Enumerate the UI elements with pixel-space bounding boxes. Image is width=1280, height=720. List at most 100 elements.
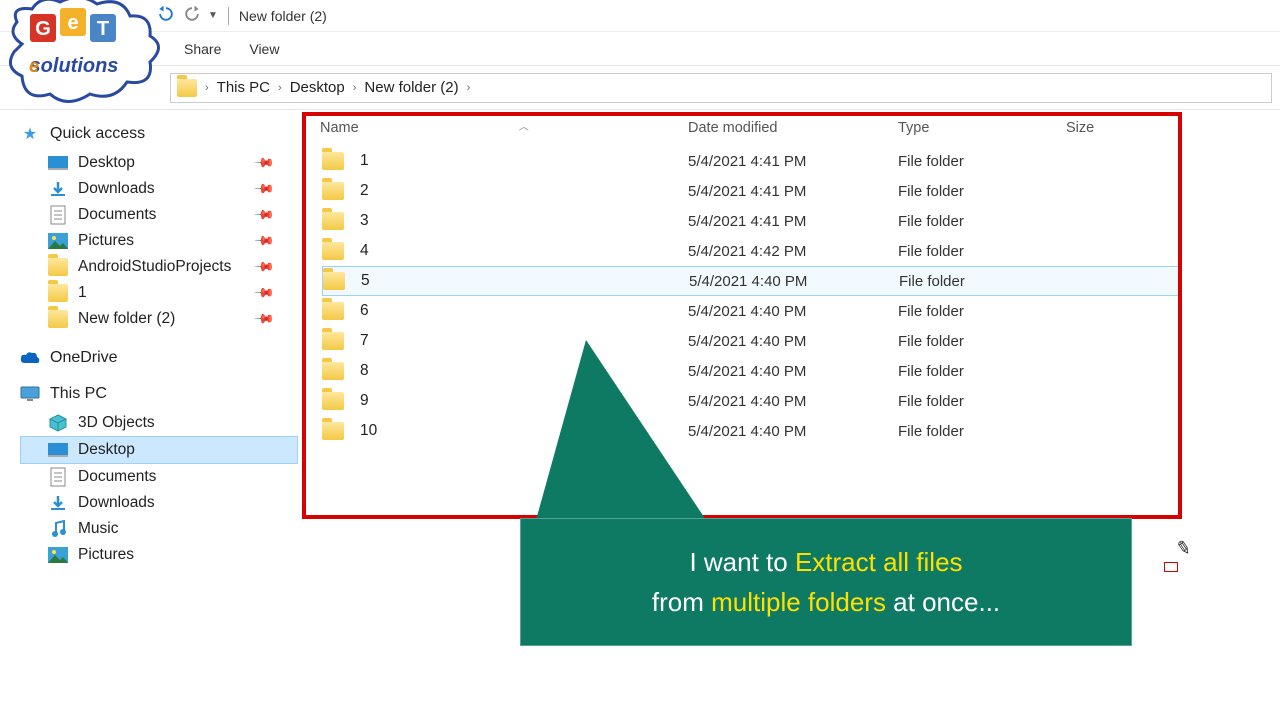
file-type: File folder — [898, 393, 1066, 410]
col-date[interactable]: Date modified — [688, 120, 898, 136]
sidebar-item[interactable]: Documents📌 — [20, 202, 298, 228]
file-type: File folder — [898, 243, 1066, 260]
folder-icon — [322, 242, 344, 260]
address-bar: › This PC › Desktop › New folder (2) › — [0, 66, 1280, 110]
svg-text:T: T — [97, 18, 109, 40]
file-type: File folder — [898, 153, 1066, 170]
sidebar-item[interactable]: Documents — [20, 464, 298, 490]
breadcrumb[interactable]: › This PC › Desktop › New folder (2) › — [170, 73, 1272, 103]
file-name: 6 — [360, 302, 369, 320]
sidebar-item-label: AndroidStudioProjects — [78, 258, 231, 276]
sidebar-item-label: New folder (2) — [78, 310, 175, 328]
chevron-right-icon[interactable]: › — [353, 82, 357, 94]
folder-icon — [322, 392, 344, 410]
sidebar-item-label: 1 — [78, 284, 87, 302]
sidebar-item[interactable]: Music — [20, 516, 298, 542]
sidebar-item[interactable]: AndroidStudioProjects📌 — [20, 254, 298, 280]
table-row[interactable]: 95/4/2021 4:40 PMFile folder — [322, 386, 1182, 416]
crumb-thispc[interactable]: This PC — [217, 79, 270, 96]
item-icon — [48, 440, 68, 460]
chevron-down-icon[interactable]: ▼ — [208, 10, 218, 21]
table-row[interactable]: 85/4/2021 4:40 PMFile folder — [322, 356, 1182, 386]
folder-icon — [322, 152, 344, 170]
sidebar-item[interactable]: Downloads — [20, 490, 298, 516]
tab-view[interactable]: View — [235, 32, 293, 65]
folder-icon — [322, 212, 344, 230]
file-name: 4 — [360, 242, 369, 260]
item-icon — [48, 283, 68, 303]
nav-sidebar: ★ Quick access Desktop📌Downloads📌Documen… — [0, 110, 298, 720]
sidebar-item[interactable]: 3D Objects — [20, 410, 298, 436]
folder-icon — [322, 182, 344, 200]
file-date: 5/4/2021 4:40 PM — [688, 303, 898, 320]
sidebar-item-label: Documents — [78, 468, 156, 486]
sidebar-item[interactable]: Desktop📌 — [20, 150, 298, 176]
brand-logo: G e T solutions e — [2, 0, 172, 118]
sidebar-item[interactable]: 1📌 — [20, 280, 298, 306]
file-date: 5/4/2021 4:41 PM — [688, 213, 898, 230]
column-headers[interactable]: Name ︿ Date modified Type Size — [298, 116, 1280, 140]
pin-icon: 📌 — [253, 230, 276, 253]
sidebar-item[interactable]: New folder (2) 📌 — [20, 306, 298, 332]
item-icon — [48, 519, 68, 539]
file-type: File folder — [898, 423, 1066, 440]
item-icon — [48, 493, 68, 513]
file-date: 5/4/2021 4:42 PM — [688, 243, 898, 260]
item-icon — [48, 413, 68, 433]
callout-pointer — [536, 340, 736, 540]
svg-text:solutions: solutions — [30, 55, 119, 77]
sidebar-item-label: Music — [78, 520, 118, 538]
sidebar-this-pc[interactable]: This PC — [20, 384, 298, 404]
item-icon — [48, 179, 68, 199]
chevron-right-icon[interactable]: › — [467, 82, 471, 94]
sidebar-item-label: 3D Objects — [78, 414, 155, 432]
sidebar-onedrive[interactable]: OneDrive — [20, 348, 298, 368]
item-icon — [48, 467, 68, 487]
annotation-callout: I want to Extract all files from multipl… — [520, 518, 1132, 646]
pin-icon: 📌 — [253, 282, 276, 305]
table-row[interactable]: 35/4/2021 4:41 PMFile folder — [322, 206, 1182, 236]
sidebar-item[interactable]: Desktop — [20, 436, 298, 464]
folder-icon — [322, 332, 344, 350]
sidebar-item-label: Documents — [78, 206, 156, 224]
pin-icon: 📌 — [253, 308, 276, 331]
item-icon — [48, 309, 68, 329]
pc-icon — [20, 384, 40, 404]
crumb-desktop[interactable]: Desktop — [290, 79, 345, 96]
folder-icon — [322, 362, 344, 380]
crumb-current[interactable]: New folder (2) — [364, 79, 458, 96]
chevron-right-icon[interactable]: › — [205, 82, 209, 94]
table-row[interactable]: 4 5/4/2021 4:42 PMFile folder — [322, 236, 1182, 266]
redo-icon[interactable] — [182, 4, 202, 28]
folder-icon — [322, 422, 344, 440]
sidebar-item[interactable]: Pictures — [20, 542, 298, 568]
file-name: 9 — [360, 392, 369, 410]
star-icon: ★ — [20, 124, 40, 144]
item-icon — [48, 545, 68, 565]
sidebar-item-label: Pictures — [78, 546, 134, 564]
col-name[interactable]: Name — [320, 120, 359, 136]
table-row[interactable]: 105/4/2021 4:40 PMFile folder — [322, 416, 1182, 446]
table-row[interactable]: 75/4/2021 4:40 PMFile folder — [322, 326, 1182, 356]
table-row[interactable]: 1 5/4/2021 4:41 PMFile folder — [322, 146, 1182, 176]
file-name: 1 — [360, 152, 369, 170]
sidebar-item-label: Downloads — [78, 180, 155, 198]
chevron-right-icon[interactable]: › — [278, 82, 282, 94]
table-row[interactable]: 25/4/2021 4:41 PMFile folder — [322, 176, 1182, 206]
sidebar-item-label: Pictures — [78, 232, 134, 250]
sidebar-quick-access[interactable]: ★ Quick access — [20, 124, 298, 144]
sidebar-item[interactable]: Pictures 📌 — [20, 228, 298, 254]
sidebar-item[interactable]: Downloads📌 — [20, 176, 298, 202]
folder-icon — [323, 272, 345, 290]
tab-share[interactable]: Share — [170, 32, 235, 65]
file-date: 5/4/2021 4:41 PM — [688, 153, 898, 170]
sort-indicator-icon: ︿ — [519, 118, 529, 133]
table-row[interactable]: 65/4/2021 4:40 PMFile folder — [322, 296, 1182, 326]
col-type[interactable]: Type — [898, 120, 1066, 136]
pin-icon: 📌 — [253, 152, 276, 175]
item-icon — [48, 231, 68, 251]
svg-text:G: G — [35, 18, 51, 40]
item-icon — [48, 257, 68, 277]
table-row[interactable]: 55/4/2021 4:40 PMFile folder — [322, 266, 1182, 296]
col-size[interactable]: Size — [1066, 120, 1156, 136]
